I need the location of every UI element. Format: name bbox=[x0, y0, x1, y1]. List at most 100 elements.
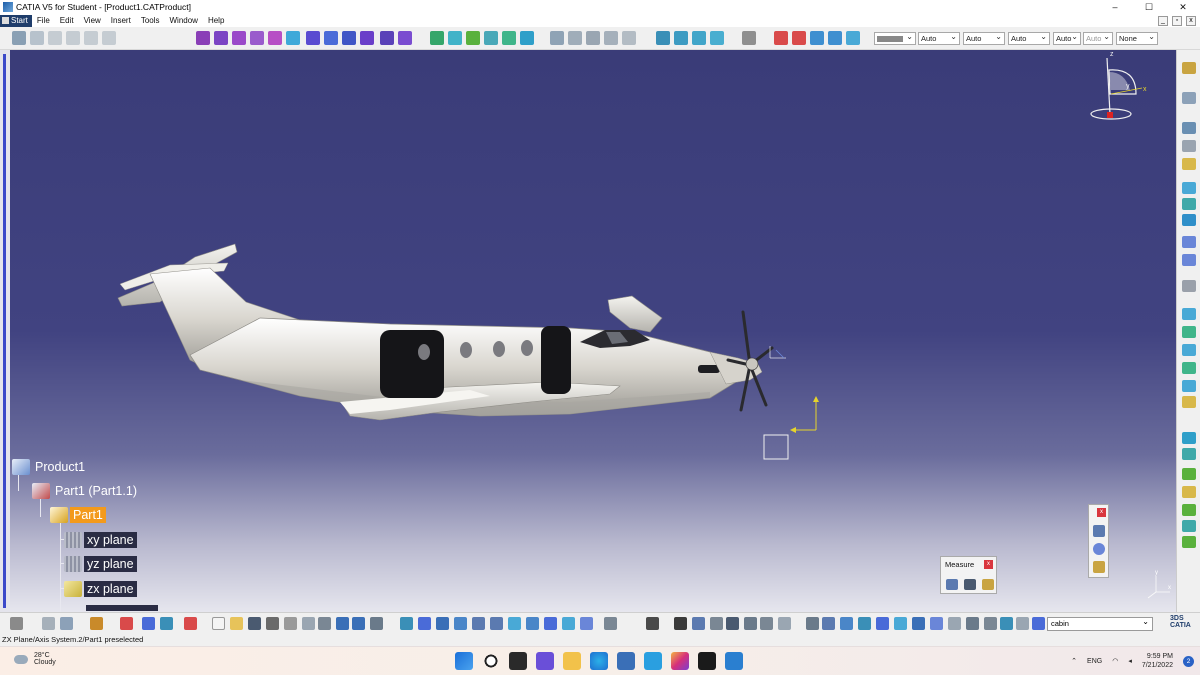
split-icon[interactable] bbox=[550, 31, 564, 45]
constraint-icon[interactable] bbox=[66, 31, 80, 45]
axis-icon[interactable] bbox=[12, 31, 26, 45]
curve-icon[interactable] bbox=[828, 31, 842, 45]
swap-space-icon[interactable] bbox=[604, 617, 617, 630]
hide-icon[interactable] bbox=[184, 617, 197, 630]
boolean-intersect-icon[interactable] bbox=[692, 31, 706, 45]
menu-edit[interactable]: Edit bbox=[55, 16, 79, 25]
cylinder-icon[interactable] bbox=[1182, 254, 1196, 266]
measure-item-icon[interactable] bbox=[964, 579, 976, 590]
knowledge-icon[interactable] bbox=[142, 617, 155, 630]
tree-node-yz-plane[interactable]: yz plane bbox=[64, 556, 137, 572]
clock[interactable]: 9:59 PM 7/21/2022 bbox=[1142, 652, 1173, 670]
task-view-icon[interactable] bbox=[509, 652, 527, 670]
3d-viewport[interactable]: z x y y x Product1 Part1 (Part1.1) Part1… bbox=[10, 50, 1176, 612]
formula-icon[interactable] bbox=[120, 617, 133, 630]
apply-material-icon[interactable] bbox=[742, 31, 756, 45]
sweep-icon[interactable] bbox=[1182, 214, 1196, 226]
aircraft-model[interactable] bbox=[117, 243, 786, 421]
iso-view-icon[interactable] bbox=[544, 617, 557, 630]
chevron-up-icon[interactable]: ⌃ bbox=[1071, 657, 1077, 665]
compass-icon[interactable]: z x y bbox=[1090, 51, 1147, 120]
link-icon[interactable] bbox=[948, 617, 961, 630]
fill-icon[interactable] bbox=[1182, 280, 1196, 292]
file-explorer-icon[interactable] bbox=[563, 652, 581, 670]
pattern-icon[interactable] bbox=[502, 31, 516, 45]
axis-point-icon[interactable] bbox=[840, 617, 853, 630]
wifi-icon[interactable]: ◠ bbox=[1112, 657, 1118, 665]
plane-icon[interactable] bbox=[774, 31, 788, 45]
sketch-icon[interactable] bbox=[622, 31, 636, 45]
close-button[interactable]: ✕ bbox=[1166, 0, 1200, 14]
blend-icon[interactable] bbox=[1182, 326, 1196, 338]
scaling-icon[interactable] bbox=[520, 31, 534, 45]
cube-icon[interactable] bbox=[912, 617, 925, 630]
box-icon[interactable] bbox=[894, 617, 907, 630]
close-surface-icon[interactable] bbox=[586, 31, 600, 45]
union-trim-icon[interactable] bbox=[710, 31, 724, 45]
chat-icon[interactable] bbox=[536, 652, 554, 670]
instagram-icon[interactable] bbox=[671, 652, 689, 670]
shaft-icon[interactable] bbox=[232, 31, 246, 45]
section-icon[interactable] bbox=[858, 617, 871, 630]
extrude-icon[interactable] bbox=[1182, 182, 1196, 194]
surface-icon[interactable] bbox=[846, 31, 860, 45]
copy-icon[interactable] bbox=[302, 617, 315, 630]
start-menu[interactable]: Start bbox=[0, 14, 32, 27]
filter-icon[interactable] bbox=[1016, 617, 1029, 630]
save-icon[interactable] bbox=[248, 617, 261, 630]
doc-minimize-button[interactable]: _ bbox=[1158, 15, 1168, 26]
rotate-icon[interactable] bbox=[448, 31, 462, 45]
check-icon[interactable] bbox=[778, 617, 791, 630]
pad-icon[interactable] bbox=[196, 31, 210, 45]
zoom-in-icon[interactable] bbox=[472, 617, 485, 630]
sphere-icon[interactable] bbox=[1182, 236, 1196, 248]
speaker-icon[interactable]: ◂ bbox=[1128, 657, 1132, 665]
photos-icon[interactable] bbox=[725, 652, 743, 670]
thickness-icon[interactable] bbox=[380, 31, 394, 45]
point-type-combo[interactable]: Auto bbox=[1053, 31, 1081, 45]
pocket-icon[interactable] bbox=[214, 31, 228, 45]
lineweight-combo[interactable]: Auto bbox=[1008, 31, 1050, 45]
new-icon[interactable] bbox=[212, 617, 225, 630]
shape-fillet-icon[interactable] bbox=[1182, 504, 1196, 516]
sketch-analysis-icon[interactable] bbox=[90, 617, 103, 630]
fx-icon[interactable] bbox=[674, 617, 687, 630]
windows-start-icon[interactable] bbox=[455, 652, 473, 670]
measure-tool-icon[interactable] bbox=[744, 617, 757, 630]
healing-icon[interactable] bbox=[1182, 380, 1196, 392]
zoom-out-icon[interactable] bbox=[490, 617, 503, 630]
update-icon[interactable] bbox=[10, 617, 23, 630]
command-input[interactable]: cabin bbox=[1047, 616, 1153, 631]
maximize-button[interactable]: ☐ bbox=[1132, 0, 1166, 14]
edge-browser-icon[interactable] bbox=[590, 652, 608, 670]
multi-section-icon[interactable] bbox=[1182, 308, 1196, 320]
pan-icon[interactable] bbox=[1093, 561, 1105, 573]
color-combo[interactable] bbox=[874, 31, 916, 45]
menu-view[interactable]: View bbox=[79, 16, 106, 25]
fillet-icon[interactable] bbox=[306, 31, 320, 45]
doc-restore-button[interactable]: ▫ bbox=[1172, 15, 1182, 26]
telegram-icon[interactable] bbox=[644, 652, 662, 670]
symmetry-icon[interactable] bbox=[466, 31, 480, 45]
hole-icon[interactable] bbox=[268, 31, 282, 45]
polyline-icon[interactable] bbox=[1182, 140, 1196, 152]
measure-close-button[interactable]: x bbox=[984, 560, 993, 569]
scissors-icon[interactable] bbox=[930, 617, 943, 630]
search-icon[interactable] bbox=[482, 652, 500, 670]
undo-icon[interactable] bbox=[336, 617, 349, 630]
library-icon[interactable] bbox=[60, 617, 73, 630]
sketcher-icon[interactable] bbox=[1182, 62, 1196, 74]
weather-widget[interactable]: 28°C Cloudy bbox=[14, 652, 56, 666]
layer-combo[interactable]: Auto bbox=[1083, 31, 1113, 45]
boolean-add-icon[interactable] bbox=[656, 31, 670, 45]
render-style-combo[interactable]: None bbox=[1116, 31, 1158, 45]
menu-insert[interactable]: Insert bbox=[106, 16, 136, 25]
cut-icon[interactable] bbox=[284, 617, 297, 630]
thick-surface-icon[interactable] bbox=[568, 31, 582, 45]
boundary-icon[interactable] bbox=[1182, 468, 1196, 480]
split-surface-icon[interactable] bbox=[1182, 432, 1196, 444]
grid-icon[interactable] bbox=[48, 31, 62, 45]
swap-icon[interactable] bbox=[966, 617, 979, 630]
fly-icon[interactable] bbox=[400, 617, 413, 630]
linetype-combo[interactable]: Auto bbox=[963, 31, 1005, 45]
